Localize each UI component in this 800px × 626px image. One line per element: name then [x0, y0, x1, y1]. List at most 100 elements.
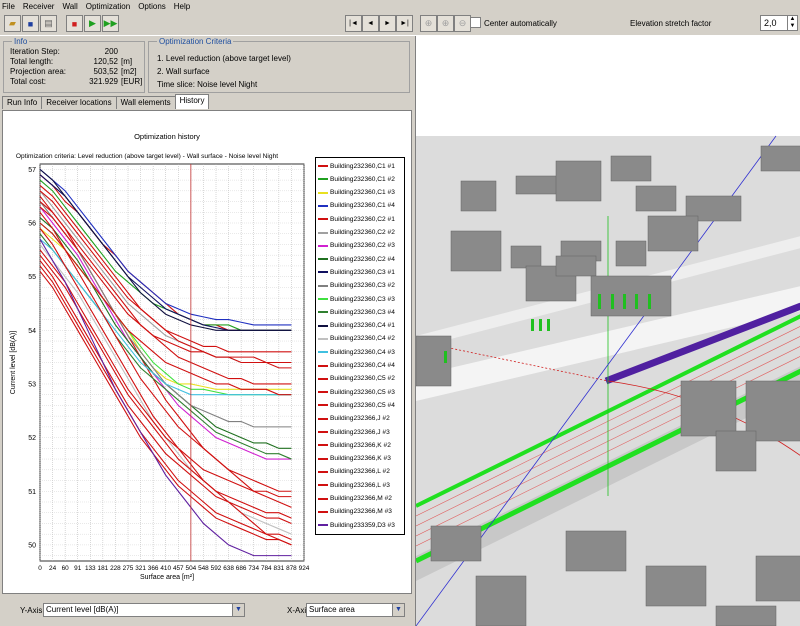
x-tick-label: 592 — [211, 565, 222, 572]
legend-item: Building232360,C5 #2 — [318, 374, 395, 384]
legend-label: Building232360,C4 #2 — [330, 335, 395, 343]
y-tick-label: 50 — [28, 542, 36, 549]
3d-scene-view[interactable] — [415, 36, 800, 626]
x-axis-title: Surface area [m²] — [140, 574, 194, 581]
nav-last-button[interactable]: ►| — [396, 15, 413, 32]
legend-label: Building232366,K #3 — [330, 455, 391, 463]
legend-item: Building232366,J #3 — [318, 427, 390, 437]
legend-swatch — [318, 271, 328, 274]
legend-item: Building232360,C3 #1 — [318, 267, 395, 277]
x-tick-label: 831 — [274, 565, 285, 572]
building — [647, 215, 699, 252]
building — [615, 240, 647, 267]
legend-item: Building232360,C1 #2 — [318, 174, 395, 184]
elevation-stretch-label: Elevation stretch factor — [630, 19, 712, 28]
menu-receiver[interactable]: Receiver — [23, 2, 55, 11]
zoom-window-icon[interactable]: ⊕ — [420, 15, 437, 32]
play-icon[interactable]: ▶ — [84, 15, 101, 32]
tab-run-info[interactable]: Run Info — [2, 96, 43, 109]
y-tick-label: 56 — [28, 221, 36, 228]
legend-item: Building232366,K #2 — [318, 440, 391, 450]
settings-icon[interactable]: ▤ — [40, 15, 57, 32]
stop-icon[interactable]: ■ — [66, 15, 83, 32]
criteria-list: 1. Level reduction (above target level) … — [157, 52, 291, 91]
legend-swatch — [318, 298, 328, 300]
info-row: Projection area: 503,52 [m2] — [10, 67, 137, 76]
chart-legend: Building232360,C1 #1 Building232360,C1 #2… — [315, 157, 405, 535]
legend-label: Building232360,C3 #2 — [330, 282, 395, 290]
tab-receiver-locations[interactable]: Receiver locations — [41, 96, 117, 109]
menu-options[interactable]: Options — [138, 2, 166, 11]
chevron-down-icon[interactable]: ▼ — [392, 604, 404, 616]
x-axis-select[interactable]: Surface area ▼ — [306, 603, 405, 617]
x-tick-label: 133 — [85, 565, 96, 572]
legend-label: Building232360,C2 #3 — [330, 242, 395, 250]
legend-swatch — [318, 377, 328, 380]
chart-title: Optimization history — [134, 132, 200, 141]
x-tick-label: 321 — [135, 565, 146, 572]
spin-arrows-icon[interactable]: ▲ ▼ — [787, 16, 797, 30]
y-tick-label: 51 — [28, 489, 36, 496]
legend-label: Building232366,L #3 — [330, 481, 390, 489]
open-folder-icon[interactable]: ▰ — [4, 15, 21, 32]
building — [755, 555, 800, 602]
x-tick-label: 686 — [236, 565, 247, 572]
x-tick-label: 228 — [110, 565, 121, 572]
y-axis-select[interactable]: Current level [dB(A)] ▼ — [43, 603, 245, 617]
play-step-icon[interactable]: ▶▶ — [102, 15, 119, 32]
legend-label: Building232360,C3 #4 — [330, 308, 395, 316]
legend-swatch — [318, 178, 328, 181]
zoom-in-icon[interactable]: ⊕ — [437, 15, 454, 32]
info-title: Info — [12, 37, 30, 46]
y-tick-label: 52 — [28, 435, 36, 442]
center-automatically-checkbox[interactable] — [470, 17, 481, 28]
nav-prev-button[interactable]: ◄ — [362, 15, 379, 32]
legend-swatch — [318, 391, 328, 394]
legend-swatch — [318, 431, 328, 433]
legend-swatch — [318, 218, 328, 221]
info-row: Total length: 120,52 [m] — [10, 57, 133, 66]
save-icon[interactable]: ■ — [22, 15, 39, 32]
y-tick-label: 57 — [28, 167, 36, 174]
legend-swatch — [318, 457, 328, 460]
legend-item: Building232360,C4 #4 — [318, 361, 395, 371]
elevation-stretch-input[interactable]: 2,0 ▲ ▼ — [760, 15, 798, 31]
zoom-out-icon[interactable]: ⊖ — [454, 15, 471, 32]
nav-first-button[interactable]: |◄ — [345, 15, 362, 32]
x-tick-label: 638 — [223, 565, 234, 572]
legend-swatch — [318, 204, 328, 207]
menu-file[interactable]: File — [2, 2, 15, 11]
y-tick-label: 55 — [28, 274, 36, 281]
chevron-down-icon[interactable]: ▼ — [232, 604, 244, 616]
x-tick-label: 366 — [148, 565, 159, 572]
legend-label: Building233359,D3 #3 — [330, 521, 395, 529]
legend-item: Building232360,C2 #2 — [318, 228, 395, 238]
receiver-marker — [444, 351, 447, 363]
building — [760, 145, 800, 172]
nav-next-button[interactable]: ► — [379, 15, 396, 32]
legend-label: Building232360,C2 #4 — [330, 255, 395, 263]
menu-bar: File Receiver Wall Optimization Options … — [0, 0, 800, 12]
legend-label: Building232360,C5 #4 — [330, 401, 395, 409]
legend-item: Building232360,C3 #3 — [318, 294, 395, 304]
legend-label: Building232366,M #2 — [330, 495, 392, 502]
building — [715, 605, 777, 626]
legend-item: Building232360,C2 #3 — [318, 241, 395, 251]
legend-item: Building232360,C1 #4 — [318, 201, 395, 211]
tab-history[interactable]: History — [174, 94, 210, 109]
menu-optimization[interactable]: Optimization — [86, 2, 130, 11]
legend-label: Building232360,C3 #1 — [330, 268, 395, 276]
receiver-marker — [611, 294, 614, 309]
tab-wall-elements[interactable]: Wall elements — [115, 96, 176, 109]
info-row: Iteration Step: 200 — [10, 47, 118, 56]
building — [515, 175, 562, 195]
legend-swatch — [318, 284, 328, 287]
legend-item: Building232360,C4 #3 — [318, 347, 395, 357]
legend-item: Building232360,C5 #3 — [318, 387, 395, 397]
legend-swatch — [318, 191, 328, 194]
legend-item: Building232360,C1 #3 — [318, 188, 395, 198]
info-table: Iteration Step: 200 Total length: 120,52 [m… — [10, 47, 146, 87]
menu-wall[interactable]: Wall — [62, 2, 77, 11]
legend-swatch — [318, 244, 328, 247]
menu-help[interactable]: Help — [174, 2, 190, 11]
